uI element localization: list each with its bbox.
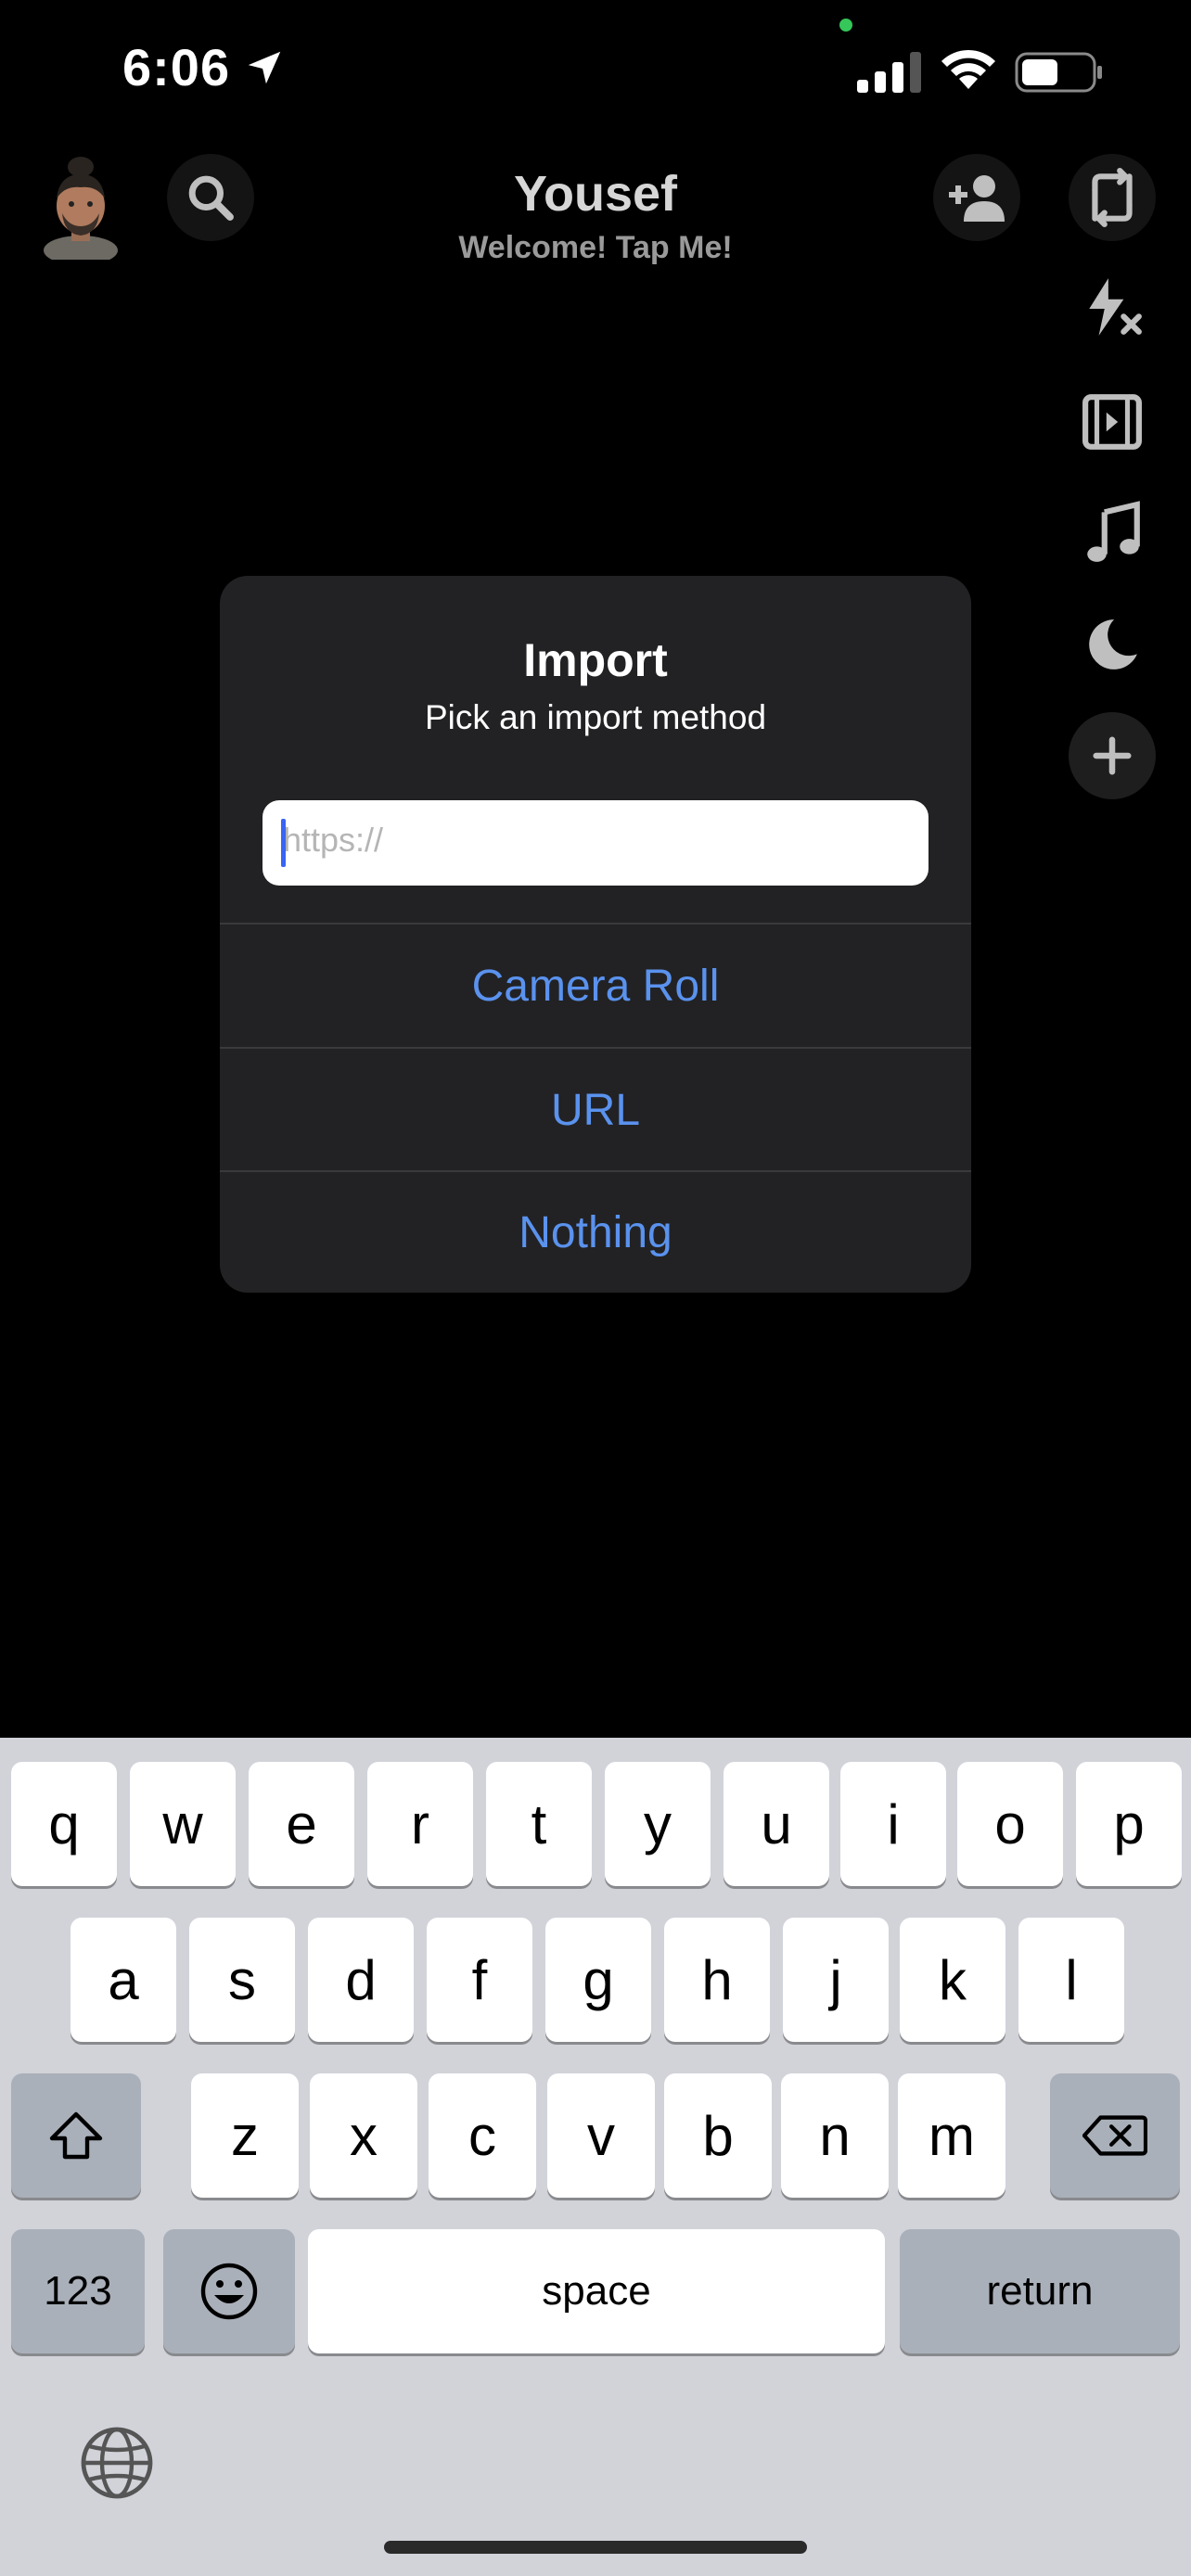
privacy-indicator bbox=[839, 19, 852, 32]
night-mode-icon bbox=[1089, 619, 1137, 670]
key-w[interactable]: w bbox=[130, 1762, 236, 1886]
backspace-key[interactable] bbox=[1050, 2073, 1180, 2198]
add-friend-icon bbox=[949, 175, 1005, 222]
music-icon bbox=[1087, 501, 1140, 562]
shift-key[interactable] bbox=[11, 2073, 141, 2198]
flip-camera-button[interactable] bbox=[1069, 154, 1156, 241]
key-s[interactable]: s bbox=[189, 1918, 295, 2042]
key-c[interactable]: c bbox=[429, 2073, 536, 2198]
url-input-placeholder: https:// bbox=[283, 821, 384, 859]
video-button[interactable] bbox=[1069, 378, 1156, 465]
url-input[interactable]: https:// bbox=[263, 800, 928, 886]
keyboard: q w e r t y u i o p a s d f g h j k l z … bbox=[0, 1738, 1191, 2576]
space-key[interactable]: space bbox=[308, 2229, 885, 2353]
flip-camera-icon bbox=[1092, 168, 1133, 227]
video-icon bbox=[1082, 394, 1142, 450]
profile-subtitle[interactable]: Welcome! Tap Me! bbox=[0, 230, 1191, 266]
battery-icon bbox=[1015, 52, 1102, 93]
plus-icon bbox=[1093, 736, 1132, 775]
numbers-key[interactable]: 123 bbox=[11, 2229, 145, 2353]
music-button[interactable] bbox=[1069, 490, 1156, 577]
key-f[interactable]: f bbox=[427, 1918, 532, 2042]
signal-icon bbox=[857, 52, 921, 93]
more-tools-button[interactable] bbox=[1069, 712, 1156, 799]
emoji-icon bbox=[200, 2263, 258, 2320]
key-x[interactable]: x bbox=[310, 2073, 417, 2198]
key-g[interactable]: g bbox=[545, 1918, 651, 2042]
add-friend-button[interactable] bbox=[933, 154, 1020, 241]
key-t[interactable]: t bbox=[486, 1762, 592, 1886]
globe-icon[interactable] bbox=[78, 2424, 156, 2502]
key-d[interactable]: d bbox=[308, 1918, 414, 2042]
key-l[interactable]: l bbox=[1018, 1918, 1124, 2042]
flash-off-icon bbox=[1089, 278, 1142, 336]
home-indicator[interactable] bbox=[384, 2541, 807, 2554]
dialog-message: Pick an import method bbox=[424, 698, 767, 736]
time-text: 6:06 bbox=[122, 38, 231, 96]
location-arrow-icon bbox=[248, 51, 281, 83]
key-j[interactable]: j bbox=[783, 1918, 889, 2042]
dialog-title: Import bbox=[523, 634, 668, 686]
emoji-key[interactable] bbox=[163, 2229, 295, 2353]
key-y[interactable]: y bbox=[605, 1762, 711, 1886]
key-r[interactable]: r bbox=[367, 1762, 473, 1886]
key-a[interactable]: a bbox=[70, 1918, 176, 2042]
key-p[interactable]: p bbox=[1076, 1762, 1182, 1886]
key-n[interactable]: n bbox=[781, 2073, 889, 2198]
import-dialog: Import Pick an import method https:// Ca… bbox=[220, 576, 971, 1293]
wifi-icon bbox=[941, 49, 995, 89]
return-key[interactable]: return bbox=[900, 2229, 1180, 2353]
key-h[interactable]: h bbox=[664, 1918, 770, 2042]
key-o[interactable]: o bbox=[957, 1762, 1063, 1886]
camera-roll-button[interactable]: Camera Roll bbox=[220, 925, 971, 1047]
key-z[interactable]: z bbox=[191, 2073, 299, 2198]
key-k[interactable]: k bbox=[900, 1918, 1005, 2042]
key-e[interactable]: e bbox=[249, 1762, 354, 1886]
key-q[interactable]: q bbox=[11, 1762, 117, 1886]
nothing-button[interactable]: Nothing bbox=[220, 1172, 971, 1293]
text-caret bbox=[281, 819, 286, 867]
url-button[interactable]: URL bbox=[220, 1049, 971, 1171]
night-mode-button[interactable] bbox=[1069, 601, 1156, 688]
key-m[interactable]: m bbox=[898, 2073, 1005, 2198]
shift-icon bbox=[49, 2111, 103, 2160]
status-time: 6:06 bbox=[122, 37, 286, 97]
backspace-icon bbox=[1082, 2115, 1147, 2156]
key-u[interactable]: u bbox=[724, 1762, 829, 1886]
key-i[interactable]: i bbox=[840, 1762, 946, 1886]
key-b[interactable]: b bbox=[664, 2073, 772, 2198]
key-v[interactable]: v bbox=[547, 2073, 655, 2198]
flash-toggle[interactable] bbox=[1069, 263, 1156, 351]
